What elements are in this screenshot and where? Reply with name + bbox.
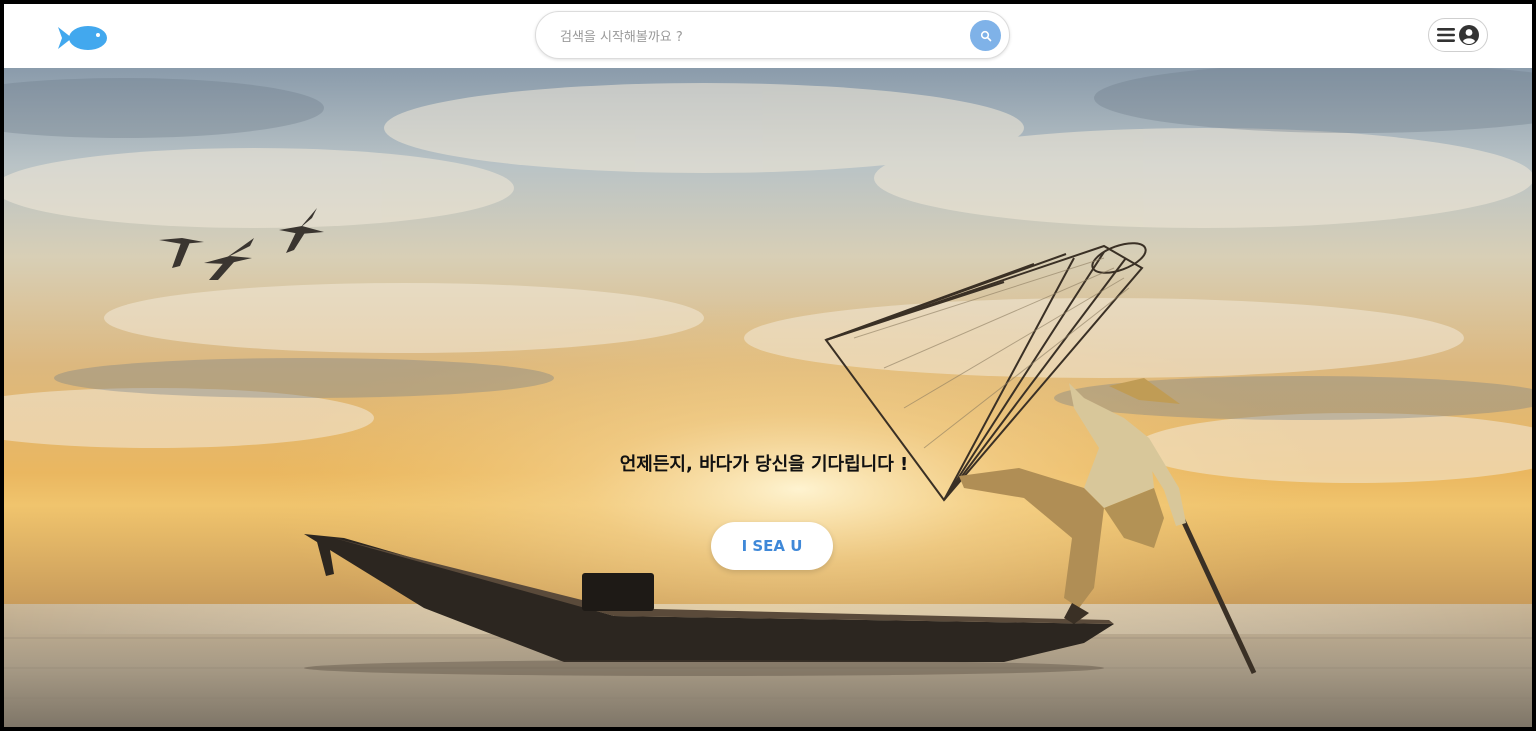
search-button[interactable] (970, 20, 1001, 51)
i-sea-u-button[interactable]: I SEA U (711, 522, 833, 570)
hero-tagline: 언제든지, 바다가 당신을 기다립니다 ! (619, 454, 909, 475)
top-navbar (4, 4, 1532, 68)
search-bar (535, 11, 1010, 59)
user-menu-button[interactable] (1428, 18, 1488, 52)
hero-background-image (4, 68, 1532, 727)
fish-logo-icon[interactable] (56, 23, 110, 53)
hamburger-menu-icon (1437, 28, 1455, 42)
page-frame: 언제든지, 바다가 당신을 기다립니다 ! I SEA U (4, 4, 1532, 727)
user-account-icon (1459, 25, 1479, 45)
hero-banner: 언제든지, 바다가 당신을 기다립니다 ! I SEA U (4, 68, 1532, 727)
search-icon (980, 30, 991, 41)
search-input[interactable] (558, 24, 942, 50)
